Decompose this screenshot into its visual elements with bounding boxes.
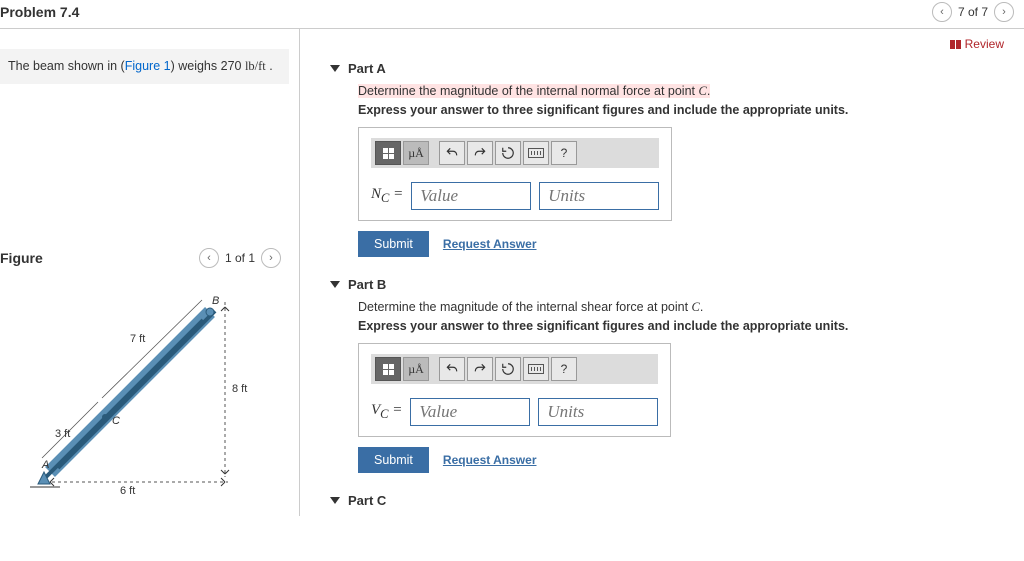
part-c-title: Part C [348,493,386,508]
caret-down-icon [330,281,340,288]
part-b-title: Part B [348,277,386,292]
svg-text:8 ft: 8 ft [232,383,247,395]
part-a-value-input[interactable] [411,182,531,210]
part-a-instruction: Express your answer to three significant… [358,103,1004,117]
figure-title: Figure [0,250,43,266]
help-button[interactable]: ? [551,141,577,165]
part-b-request-answer-link[interactable]: Request Answer [443,453,537,467]
figure-link[interactable]: Figure 1 [125,59,171,73]
part-b-var-label: VC = [371,402,402,422]
symbols-button[interactable]: µÅ [403,141,429,165]
figure-nav: ‹ 1 of 1 › [199,248,281,268]
redo-button[interactable] [467,141,493,165]
beam-diagram-svg: B A C 7 ft 3 ft 8 ft 6 ft [10,282,260,502]
svg-text:B: B [212,295,219,307]
part-b-input-row: VC = [371,398,658,426]
part-b-instruction: Express your answer to three significant… [358,319,1004,333]
undo-button[interactable] [439,141,465,165]
svg-text:A: A [41,459,49,471]
help-button[interactable]: ? [551,357,577,381]
part-a-input-row: NC = [371,182,659,210]
prev-problem-button[interactable]: ‹ [932,2,952,22]
part-a-var-label: NC = [371,186,403,206]
review-link[interactable]: Review [965,37,1004,51]
reset-button[interactable] [495,141,521,165]
part-b-submit-button[interactable]: Submit [358,447,429,473]
part-a-body: Determine the magnitude of the internal … [330,84,1004,257]
templates-button[interactable] [375,357,401,381]
part-b-toolbar: µÅ ? [371,354,658,384]
part-a-prompt: Determine the magnitude of the internal … [358,84,1004,99]
part-a-answer-box: µÅ ? NC = [358,127,672,221]
review-icon [950,40,961,49]
part-a-submit-button[interactable]: Submit [358,231,429,257]
review-row: Review [330,37,1004,51]
right-column: Review Part A Determine the magnitude of… [300,29,1024,516]
figure-diagram: B A C 7 ft 3 ft 8 ft 6 ft [0,272,289,505]
part-b-body: Determine the magnitude of the internal … [330,300,1004,473]
figure-next-button[interactable]: › [261,248,281,268]
part-a-toolbar: µÅ ? [371,138,659,168]
problem-title: Problem 7.4 [0,4,79,20]
undo-button[interactable] [439,357,465,381]
caret-down-icon [330,497,340,504]
reset-button[interactable] [495,357,521,381]
figure-nav-text: 1 of 1 [225,251,255,265]
part-b-prompt: Determine the magnitude of the internal … [358,300,1004,315]
svg-text:7 ft: 7 ft [130,333,145,345]
figure-prev-button[interactable]: ‹ [199,248,219,268]
part-b-units-input[interactable] [538,398,658,426]
left-column: The beam shown in (Figure 1) weighs 270 … [0,29,300,516]
problem-nav: ‹ 7 of 7 › [932,2,1014,22]
redo-button[interactable] [467,357,493,381]
part-c-header[interactable]: Part C [330,493,1004,508]
svg-text:3 ft: 3 ft [55,428,70,440]
next-problem-button[interactable]: › [994,2,1014,22]
top-bar: Problem 7.4 ‹ 7 of 7 › [0,0,1024,29]
keyboard-button[interactable] [523,141,549,165]
caret-down-icon [330,65,340,72]
templates-button[interactable] [375,141,401,165]
problem-statement: The beam shown in (Figure 1) weighs 270 … [0,49,289,84]
keyboard-button[interactable] [523,357,549,381]
part-a-units-input[interactable] [539,182,659,210]
svg-text:C: C [112,415,120,427]
part-b-header[interactable]: Part B [330,277,1004,292]
symbols-button[interactable]: µÅ [403,357,429,381]
part-b-value-input[interactable] [410,398,530,426]
problem-nav-text: 7 of 7 [958,5,988,19]
part-b-answer-box: µÅ ? VC = [358,343,671,437]
figure-header: Figure ‹ 1 of 1 › [0,244,289,272]
svg-text:6 ft: 6 ft [120,485,135,497]
part-a-request-answer-link[interactable]: Request Answer [443,237,537,251]
part-a-header[interactable]: Part A [330,61,1004,76]
part-a-title: Part A [348,61,386,76]
